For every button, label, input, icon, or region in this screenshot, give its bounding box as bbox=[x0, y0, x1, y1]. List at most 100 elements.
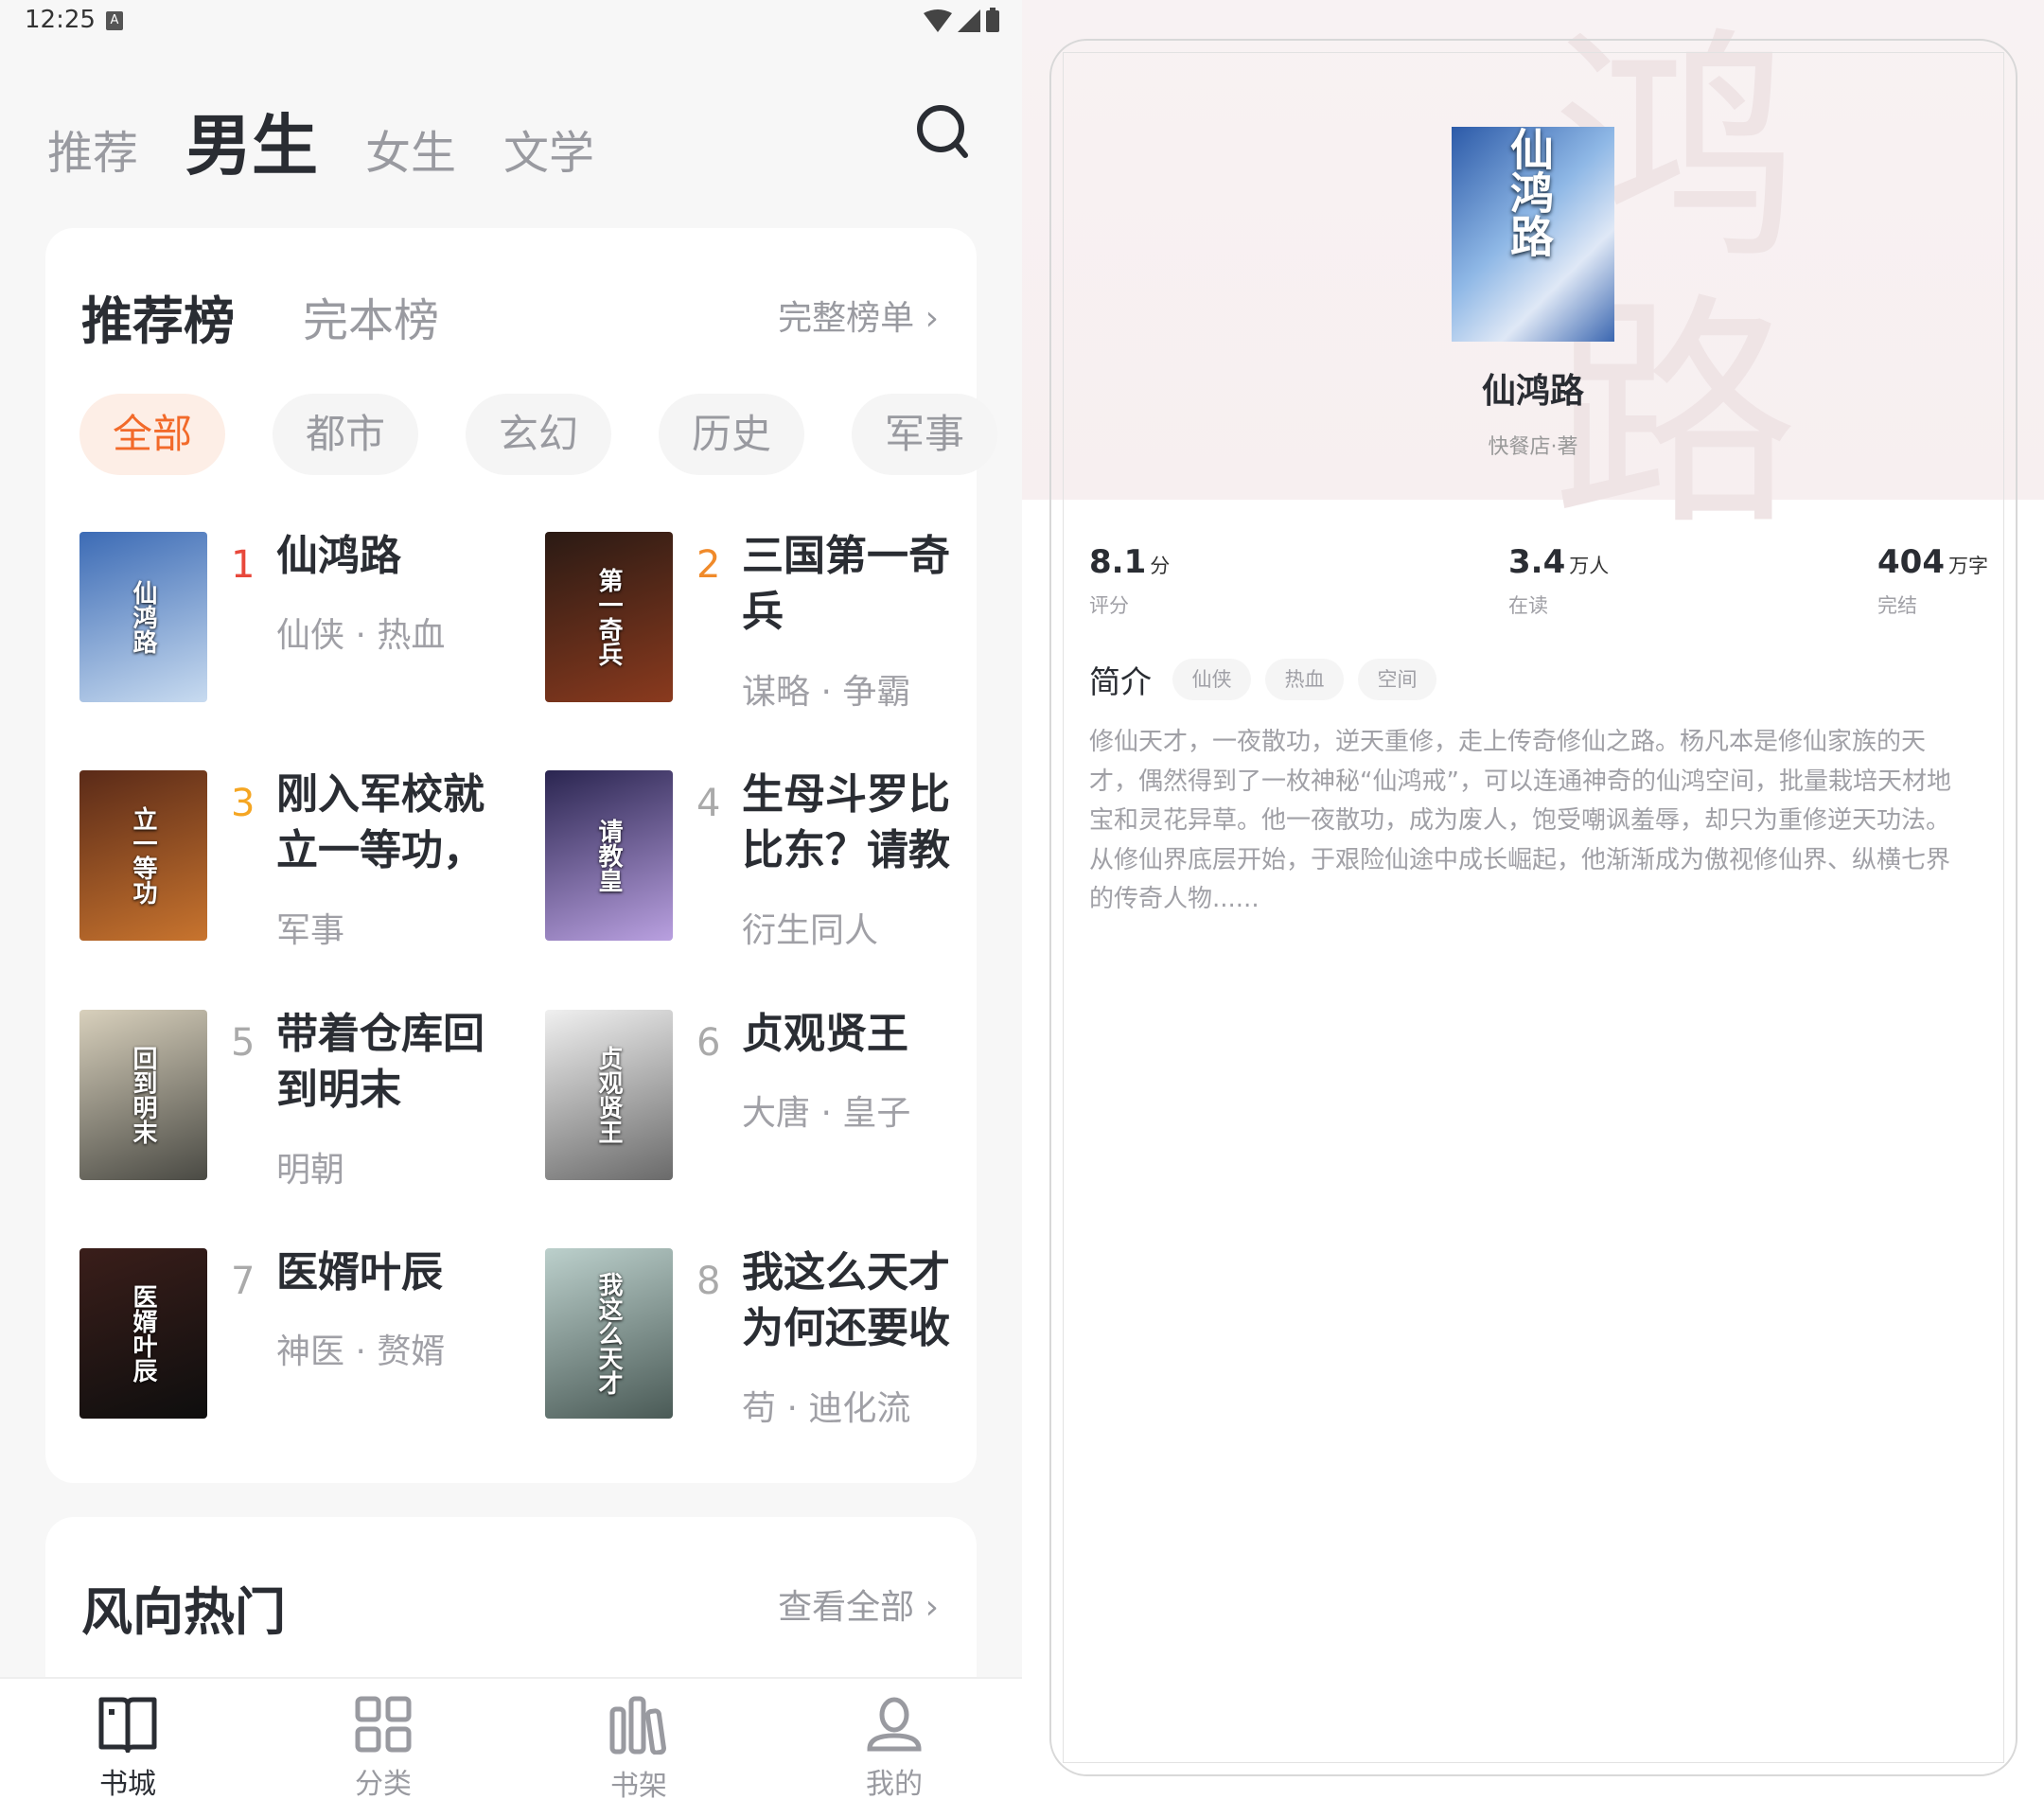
book-rank: 7 bbox=[231, 1260, 256, 1303]
stat-words: 404 万字 完结 bbox=[1877, 543, 1988, 619]
intro-title: 简介 bbox=[1089, 663, 1152, 700]
book-title: 带着仓库回到明末 bbox=[276, 1010, 485, 1114]
stat-label: 在读 bbox=[1508, 594, 1548, 617]
book-title: 生母斗罗比比东？请教 bbox=[742, 770, 950, 874]
book-item[interactable]: 回到明末 5 带着仓库回到明末 明朝 bbox=[79, 1010, 534, 1190]
nav-label: 分类 bbox=[355, 1768, 412, 1801]
book-tags: 军事 bbox=[276, 911, 345, 950]
hot-title: 风向热门 bbox=[81, 1582, 286, 1642]
book-tags: 明朝 bbox=[276, 1151, 345, 1190]
stat-label: 完结 bbox=[1877, 594, 1917, 617]
tab-literature[interactable]: 文学 bbox=[503, 115, 594, 182]
book-tags: 谋略 · 争霸 bbox=[742, 673, 911, 712]
book-cover: 贞观贤王 bbox=[545, 1010, 673, 1180]
book-rank: 5 bbox=[231, 1021, 256, 1065]
grid-icon bbox=[355, 1696, 412, 1753]
intro-header: 简介 仙侠 热血 空间 bbox=[1089, 657, 1451, 702]
status-icons bbox=[924, 8, 999, 32]
book-item[interactable]: 我这么天才 8 我这么天才为何还要收 苟 · 迪化流 bbox=[545, 1248, 999, 1428]
description: 修仙天才，一夜散功，逆天重修，走上传奇修仙之路。杨凡本是修仙家族的天才，偶然得到… bbox=[1089, 728, 1951, 913]
battery-icon bbox=[986, 8, 999, 32]
stat-label: 评分 bbox=[1089, 594, 1129, 617]
book-title: 我这么天才为何还要收 bbox=[742, 1248, 950, 1352]
chip-history[interactable]: 历史 bbox=[659, 394, 804, 475]
book-rank: 1 bbox=[231, 543, 256, 587]
tab-recommend-list[interactable]: 推荐榜 bbox=[81, 279, 235, 354]
bottom-nav: 书城 分类 书架 我的 bbox=[0, 1677, 1022, 1817]
top-tabs: 推荐 男生 女生 文学 bbox=[47, 93, 642, 188]
category-chips: 全部 都市 玄幻 历史 军事 bbox=[79, 394, 1022, 475]
book-rank: 8 bbox=[696, 1260, 721, 1303]
stat-unit: 分 bbox=[1150, 555, 1171, 577]
chip-city[interactable]: 都市 bbox=[273, 394, 418, 475]
book-tags: 苟 · 迪化流 bbox=[742, 1389, 911, 1428]
chevron-right-icon: › bbox=[925, 299, 939, 338]
nav-mine[interactable]: 我的 bbox=[819, 1696, 970, 1802]
book-tags: 神医 · 赘婿 bbox=[276, 1332, 446, 1371]
nav-label: 我的 bbox=[866, 1768, 923, 1801]
book-tags: 衍生同人 bbox=[742, 911, 879, 950]
stat-value: 3.4 bbox=[1508, 543, 1566, 581]
tab-male[interactable]: 男生 bbox=[185, 93, 318, 188]
book-cover: 立一等功 bbox=[79, 770, 207, 941]
book-item[interactable]: 立一等功 3 刚入军校就立一等功， 军事 bbox=[79, 770, 534, 950]
book-title: 医婿叶辰 bbox=[276, 1248, 443, 1297]
book-rank: 6 bbox=[696, 1021, 721, 1065]
nav-category[interactable]: 分类 bbox=[308, 1696, 459, 1802]
chip-all[interactable]: 全部 bbox=[79, 394, 225, 475]
book-rank: 4 bbox=[696, 782, 721, 825]
full-list-link[interactable]: 完整榜单 › bbox=[778, 291, 939, 340]
book-cover: 请教皇 bbox=[545, 770, 673, 941]
view-all-link[interactable]: 查看全部 › bbox=[778, 1579, 939, 1629]
book-tags: 大唐 · 皇子 bbox=[742, 1094, 911, 1133]
status-time: 12:25 bbox=[25, 6, 96, 34]
nav-bookstore[interactable]: 书城 bbox=[52, 1696, 203, 1802]
book-item[interactable]: 贞观贤王 6 贞观贤王 大唐 · 皇子 bbox=[545, 1010, 999, 1180]
detail-title: 仙鸿路 bbox=[1481, 372, 1584, 411]
book-rank: 2 bbox=[696, 543, 721, 587]
book-rank: 3 bbox=[231, 782, 256, 825]
book-detail-panel: 鸿路 仙鸿路 仙鸿路 快餐店·著 8.1 分评分 3.4 万人 在读 404 万字 完结 … bbox=[1022, 0, 2044, 1817]
stat-value: 8.1 bbox=[1089, 543, 1147, 581]
chip-military[interactable]: 军事 bbox=[852, 394, 997, 475]
notification-icon: A bbox=[106, 11, 123, 30]
book-cover: 回到明末 bbox=[79, 1010, 207, 1180]
stat-readers: 3.4 万人 在读 bbox=[1508, 543, 1609, 619]
stat-value: 404 bbox=[1877, 543, 1945, 581]
search-icon[interactable] bbox=[914, 102, 971, 159]
full-list-label: 完整榜单 bbox=[778, 299, 915, 338]
detail-author: 快餐店·著 bbox=[1488, 435, 1578, 459]
book-cover: 我这么天才 bbox=[545, 1248, 673, 1419]
book-item[interactable]: 请教皇 4 生母斗罗比比东？请教 衍生同人 bbox=[545, 770, 999, 950]
book-tags: 仙侠 · 热血 bbox=[276, 616, 446, 655]
bookstore-screen: 12:25 A 推荐 男生 女生 文学 推荐榜 完本榜 完整榜单 › 全部 都市… bbox=[0, 0, 1022, 1817]
book-item[interactable]: 第一奇兵 2 三国第一奇兵 谋略 · 争霸 bbox=[545, 532, 999, 712]
book-title: 刚入军校就立一等功， bbox=[276, 770, 485, 874]
chevron-right-icon: › bbox=[925, 1588, 939, 1627]
bookshelf-icon bbox=[609, 1696, 666, 1755]
signal-icon bbox=[958, 9, 980, 32]
chip-fantasy[interactable]: 玄幻 bbox=[466, 394, 611, 475]
book-item[interactable]: 医婿叶辰 7 医婿叶辰 神医 · 赘婿 bbox=[79, 1248, 534, 1419]
nav-bookshelf[interactable]: 书架 bbox=[563, 1696, 714, 1804]
book-cover: 第一奇兵 bbox=[545, 532, 673, 702]
tab-female[interactable]: 女生 bbox=[365, 115, 456, 182]
tag-kongjian[interactable]: 空间 bbox=[1358, 659, 1436, 700]
book-item[interactable]: 仙鸿路 1 仙鸿路 仙侠 · 热血 bbox=[79, 532, 534, 702]
stat-unit: 万人 bbox=[1569, 555, 1610, 577]
tab-completed-list[interactable]: 完本榜 bbox=[303, 283, 439, 349]
view-all-label: 查看全部 bbox=[778, 1588, 915, 1627]
book-open-icon bbox=[98, 1697, 157, 1753]
detail-cover: 仙鸿路 bbox=[1452, 127, 1614, 342]
user-icon bbox=[867, 1697, 922, 1752]
tag-xianxia[interactable]: 仙侠 bbox=[1172, 659, 1251, 700]
wifi-icon bbox=[924, 9, 952, 32]
book-title: 贞观贤王 bbox=[742, 1010, 908, 1058]
book-cover: 仙鸿路 bbox=[79, 532, 207, 702]
nav-label: 书架 bbox=[610, 1770, 667, 1803]
nav-label: 书城 bbox=[99, 1768, 156, 1801]
tag-rexue[interactable]: 热血 bbox=[1265, 659, 1344, 700]
book-cover: 医婿叶辰 bbox=[79, 1248, 207, 1419]
tab-recommend[interactable]: 推荐 bbox=[47, 115, 138, 182]
book-title: 三国第一奇兵 bbox=[742, 532, 950, 636]
